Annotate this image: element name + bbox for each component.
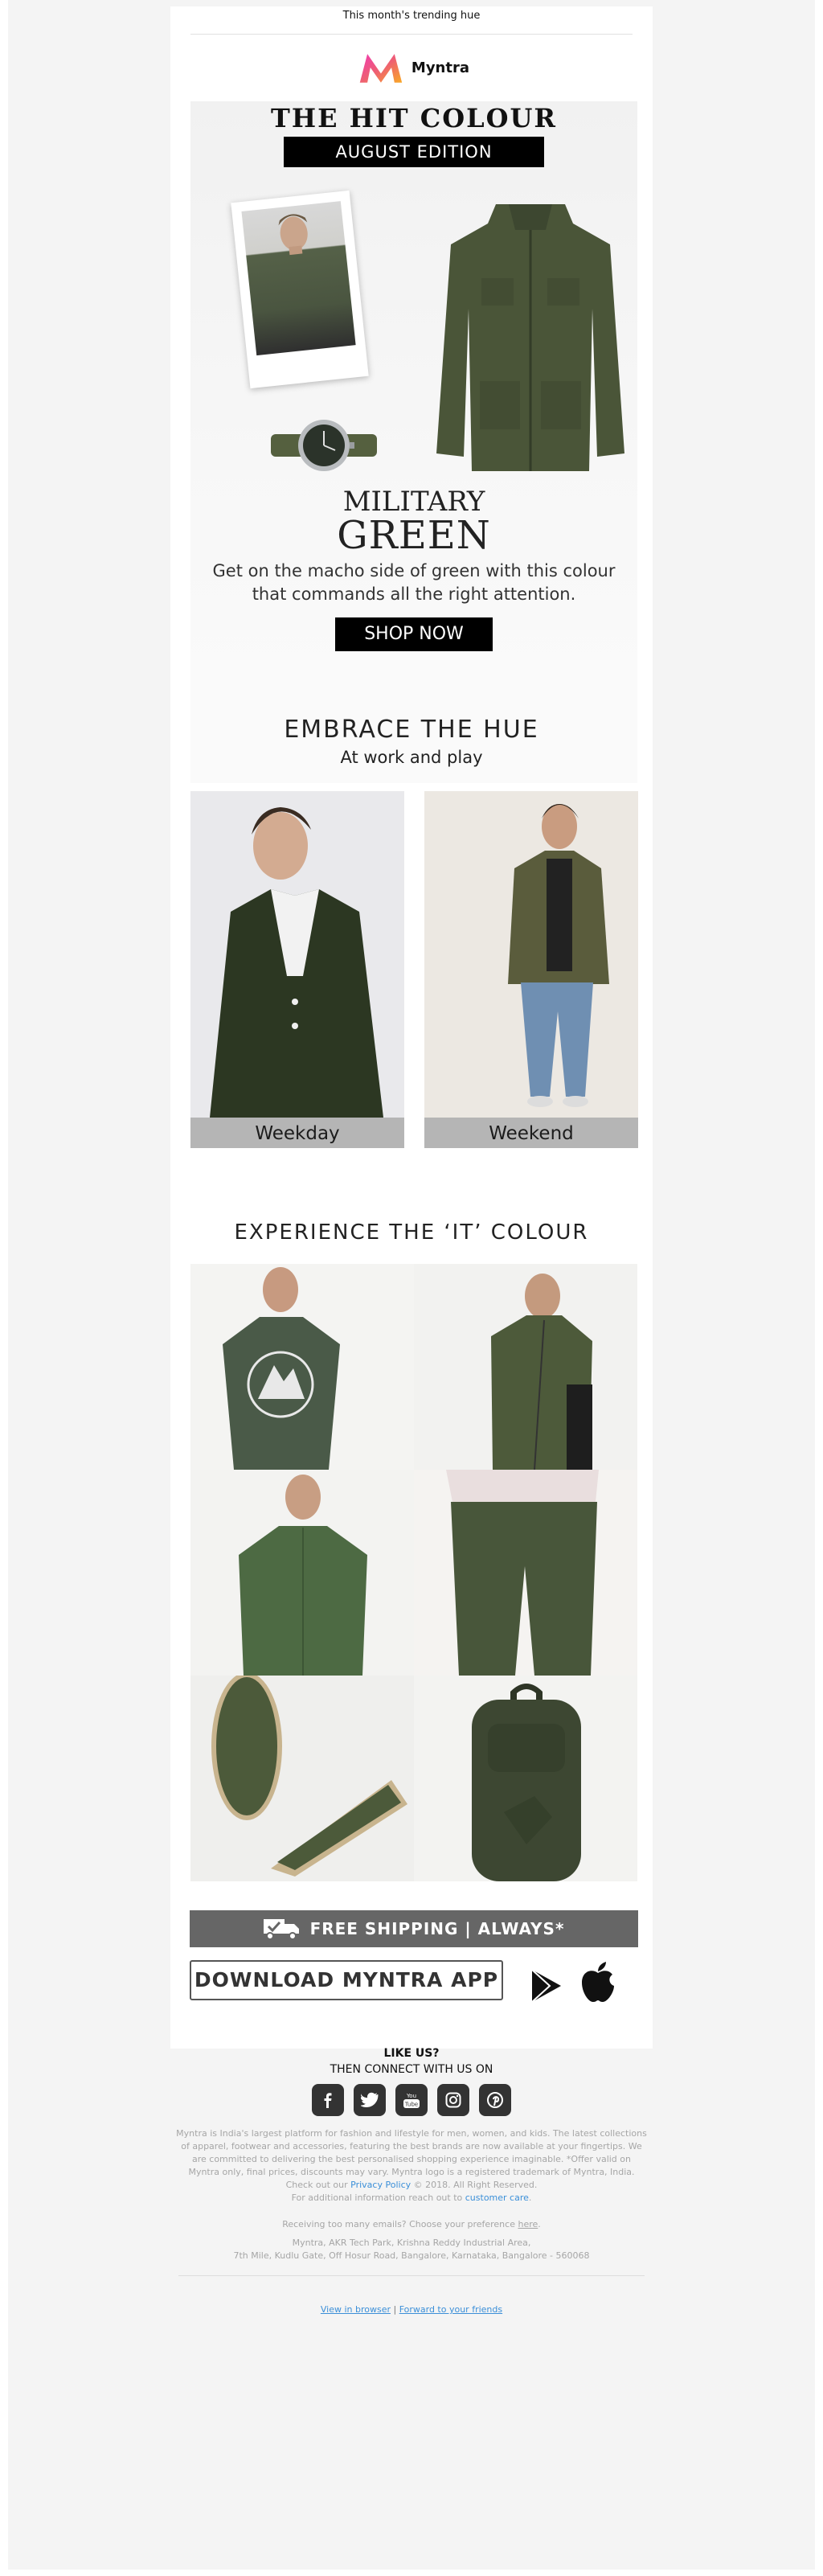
- google-play-icon[interactable]: [530, 1968, 563, 2004]
- look-card-weekday[interactable]: Weekday: [190, 791, 404, 1148]
- footer-divider: [178, 2275, 645, 2276]
- weekday-look-image: [190, 791, 404, 1118]
- jacket-image: [436, 204, 624, 471]
- svg-text:You: You: [406, 2093, 416, 2099]
- preference-text: Receiving too many emails? Choose your p…: [282, 2219, 515, 2229]
- truck-check-icon: [263, 1919, 299, 1940]
- info-text: For additional information reach out to: [291, 2192, 463, 2203]
- model-photo: [231, 190, 369, 389]
- weekend-look-image: [424, 791, 638, 1118]
- look-label: Weekday: [190, 1118, 404, 1148]
- download-app-button[interactable]: DOWNLOAD MYNTRA APP: [190, 1960, 503, 2000]
- preference-text-block: Receiving too many emails? Choose your p…: [282, 2219, 541, 2229]
- brand-logo[interactable]: Myntra: [357, 45, 469, 90]
- color-name-line2: GREEN: [337, 513, 491, 558]
- green-shirt-image: [190, 1470, 414, 1676]
- brand-name: Myntra: [411, 59, 469, 76]
- model-sweatshirt-image: [241, 201, 356, 356]
- product-tile-shirt[interactable]: [190, 1470, 414, 1676]
- address-line-1: Myntra, AKR Tech Park, Krishna Reddy Ind…: [292, 2238, 531, 2248]
- instagram-icon[interactable]: [437, 2084, 469, 2116]
- product-tile-tshirt[interactable]: [190, 1264, 414, 1470]
- experience-title: EXPERIENCE THE ‘IT’ COLOUR: [234, 1220, 589, 1245]
- product-tile-espadrilles[interactable]: [190, 1676, 414, 1881]
- product-tile-chinos[interactable]: [414, 1470, 637, 1676]
- forward-to-friends-link[interactable]: Forward to your friends: [399, 2304, 502, 2315]
- embrace-title: EMBRACE THE HUE: [284, 716, 539, 744]
- privacy-policy-link[interactable]: Privacy Policy: [350, 2180, 411, 2190]
- myntra-logo-icon: [359, 54, 403, 83]
- youtube-icon[interactable]: You Tube: [395, 2084, 428, 2116]
- hero-description: Get on the macho side of green with this…: [212, 561, 616, 604]
- view-links: View in browser | Forward to your friend…: [320, 2304, 503, 2315]
- product-tile-hooded-jacket[interactable]: [414, 1264, 637, 1470]
- pinterest-icon[interactable]: [479, 2084, 511, 2116]
- embrace-subtitle: At work and play: [340, 748, 483, 767]
- apple-app-store-icon[interactable]: [580, 1962, 616, 2002]
- address-block: Myntra, AKR Tech Park, Krishna Reddy Ind…: [170, 2237, 653, 2262]
- tshirt-image: [190, 1264, 414, 1470]
- edition-badge: AUGUST EDITION: [284, 137, 544, 167]
- look-label: Weekend: [424, 1118, 638, 1148]
- view-in-browser-link[interactable]: View in browser: [321, 2304, 391, 2315]
- free-shipping-banner: FREE SHIPPING | ALWAYS*: [190, 1910, 638, 1947]
- product-tile-backpack[interactable]: [414, 1676, 637, 1881]
- chinos-image: [414, 1470, 637, 1676]
- address-line-2: 7th Mile, Kudlu Gate, Off Hosur Road, Ba…: [233, 2250, 590, 2261]
- preference-link[interactable]: here: [518, 2219, 538, 2229]
- hero-banner[interactable]: THE HIT COLOUR AUGUST EDITION MILITARY G…: [190, 101, 637, 695]
- legal-text-block: Myntra is India's largest platform for f…: [176, 2128, 647, 2203]
- customer-care-link[interactable]: customer care: [465, 2192, 529, 2203]
- like-us-heading: LIKE US?: [383, 2047, 440, 2060]
- facebook-icon[interactable]: [312, 2084, 344, 2116]
- email-card: This month's trending hue Myntra THE HIT…: [170, 6, 653, 2049]
- shop-now-button[interactable]: SHOP NOW: [335, 617, 493, 651]
- connect-text: THEN CONNECT WITH US ON: [330, 2063, 493, 2076]
- svg-text:Tube: Tube: [404, 2102, 418, 2108]
- social-links: You Tube: [170, 2084, 653, 2116]
- product-grid: [190, 1264, 637, 1881]
- hooded-jacket-image: [414, 1264, 637, 1470]
- preheader-text: This month's trending hue: [342, 10, 481, 22]
- copyright-text: © 2018. All Right Reserved.: [413, 2180, 538, 2190]
- divider: [190, 34, 633, 35]
- backpack-image: [414, 1676, 637, 1881]
- twitter-icon[interactable]: [354, 2084, 386, 2116]
- hero-title: THE HIT COLOUR: [271, 103, 557, 133]
- shipping-text: FREE SHIPPING | ALWAYS*: [309, 1919, 565, 1938]
- watch-image: [271, 420, 377, 471]
- legal-text: Myntra is India's largest platform for f…: [176, 2128, 647, 2190]
- look-card-weekend[interactable]: Weekend: [424, 791, 638, 1148]
- espadrilles-image: [190, 1676, 414, 1881]
